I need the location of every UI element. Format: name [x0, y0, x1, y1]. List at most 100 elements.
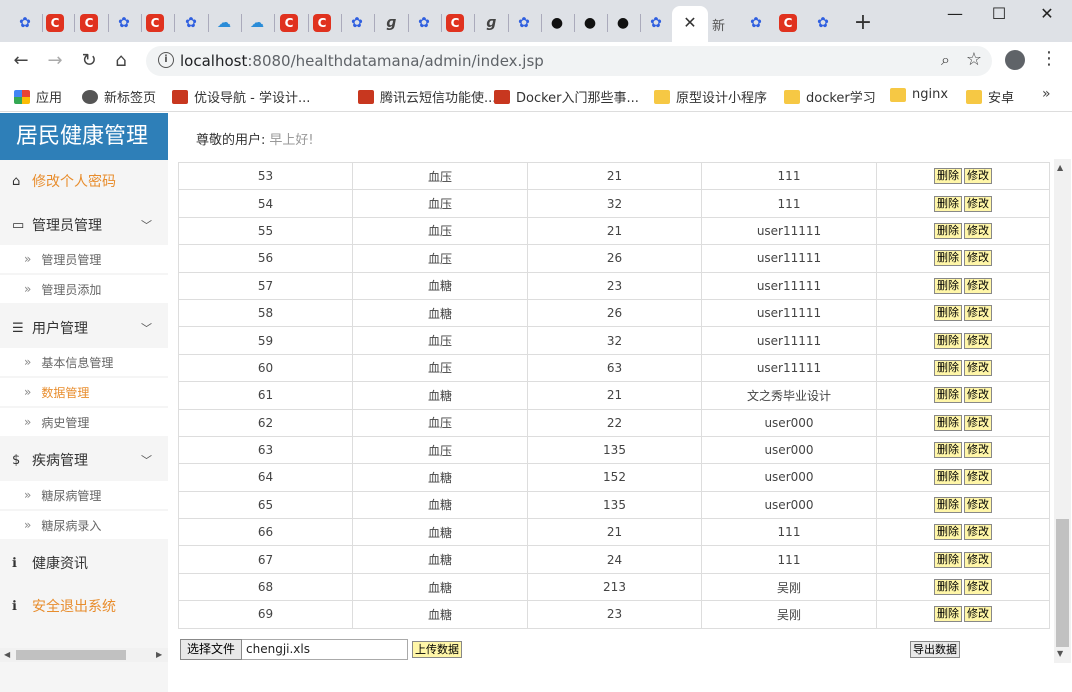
delete-button[interactable]: 删除: [934, 168, 962, 185]
tab-title[interactable]: 新: [712, 15, 725, 34]
bookmark-item[interactable]: 安卓: [966, 87, 1014, 106]
scrollbar-thumb[interactable]: [1056, 519, 1069, 647]
scroll-down-icon[interactable]: ▼: [1057, 649, 1063, 658]
tab-cloud-icon[interactable]: ☁: [213, 12, 235, 34]
maximize-button[interactable]: ☐: [984, 4, 1014, 23]
edit-button[interactable]: 修改: [964, 414, 992, 431]
scroll-right-icon[interactable]: ▶: [156, 648, 162, 662]
sidebar-logout[interactable]: ℹ 安全退出系统: [0, 586, 168, 626]
delete-button[interactable]: 删除: [934, 524, 962, 541]
tab-baidu-icon[interactable]: ✿: [346, 12, 368, 34]
delete-button[interactable]: 删除: [934, 414, 962, 431]
export-button[interactable]: 导出数据: [910, 641, 960, 658]
bookmark-star-icon[interactable]: ☆: [966, 49, 982, 70]
tab-g-icon[interactable]: ɡ: [480, 12, 502, 34]
edit-button[interactable]: 修改: [964, 606, 992, 623]
sidebar-health-info[interactable]: ℹ 健康资讯: [0, 543, 168, 583]
zoom-icon[interactable]: ⌕: [941, 50, 950, 70]
bookmark-item[interactable]: 原型设计小程序: [654, 87, 767, 106]
delete-button[interactable]: 删除: [934, 579, 962, 596]
tab-baidu-icon[interactable]: ✿: [113, 12, 135, 34]
sidebar-change-password[interactable]: ⌂ 修改个人密码: [0, 161, 168, 201]
omnibox[interactable]: i localhost:8080/healthdatamana/admin/in…: [146, 46, 992, 76]
delete-button[interactable]: 删除: [934, 305, 962, 322]
delete-button[interactable]: 删除: [934, 387, 962, 404]
home-icon[interactable]: ⌂: [110, 50, 132, 71]
bookmark-item[interactable]: 新标签页: [82, 87, 156, 106]
sidebar-item-history[interactable]: » 病史管理: [0, 408, 168, 436]
bookmark-item[interactable]: nginx: [890, 87, 948, 102]
edit-button[interactable]: 修改: [964, 469, 992, 486]
back-icon[interactable]: ←: [10, 50, 32, 71]
delete-button[interactable]: 删除: [934, 195, 962, 212]
tab-github-icon[interactable]: ●: [612, 12, 634, 34]
tab-baidu-icon[interactable]: ✿: [745, 12, 767, 34]
choose-file-button[interactable]: 选择文件: [180, 639, 243, 660]
upload-button[interactable]: 上传数据: [412, 641, 463, 658]
scrollbar-thumb[interactable]: [16, 650, 126, 660]
edit-button[interactable]: 修改: [964, 359, 992, 376]
edit-button[interactable]: 修改: [964, 195, 992, 212]
delete-button[interactable]: 删除: [934, 496, 962, 513]
delete-button[interactable]: 删除: [934, 250, 962, 267]
tab-baidu-icon[interactable]: ✿: [812, 12, 834, 34]
window-close-button[interactable]: ✕: [1032, 4, 1062, 23]
tab-csdn-icon[interactable]: C: [446, 14, 464, 32]
info-icon[interactable]: i: [158, 52, 174, 68]
minimize-button[interactable]: —: [940, 4, 970, 23]
tab-csdn-icon[interactable]: C: [80, 14, 98, 32]
edit-button[interactable]: 修改: [964, 387, 992, 404]
bookmark-item[interactable]: 优设导航 - 学设计...: [172, 87, 310, 106]
forward-icon[interactable]: →: [44, 50, 66, 71]
edit-button[interactable]: 修改: [964, 168, 992, 185]
profile-avatar-icon[interactable]: [1005, 50, 1025, 70]
tab-csdn-icon[interactable]: C: [46, 14, 64, 32]
url-text[interactable]: localhost:8080/healthdatamana/admin/inde…: [180, 52, 544, 70]
edit-button[interactable]: 修改: [964, 442, 992, 459]
sidebar-group-disease[interactable]: $ 疾病管理 ﹀: [0, 440, 168, 480]
vertical-scrollbar[interactable]: ▲ ▼: [1054, 159, 1071, 663]
tab-baidu-icon[interactable]: ✿: [413, 12, 435, 34]
tab-csdn-icon[interactable]: C: [280, 14, 298, 32]
tab-github-icon[interactable]: ●: [546, 12, 568, 34]
bookmark-item[interactable]: 应用: [14, 87, 62, 106]
delete-button[interactable]: 删除: [934, 442, 962, 459]
new-tab-icon[interactable]: +: [852, 10, 874, 35]
edit-button[interactable]: 修改: [964, 551, 992, 568]
sidebar-item-admin-manage[interactable]: » 管理员管理: [0, 245, 168, 273]
delete-button[interactable]: 删除: [934, 222, 962, 239]
delete-button[interactable]: 删除: [934, 551, 962, 568]
sidebar-horizontal-scrollbar[interactable]: ◀ ▶: [0, 648, 168, 662]
browser-menu-icon[interactable]: ⋮: [1040, 48, 1058, 69]
sidebar-item-diabetes-manage[interactable]: » 糖尿病管理: [0, 481, 168, 509]
edit-button[interactable]: 修改: [964, 496, 992, 513]
tab-close-icon[interactable]: ✕: [680, 12, 700, 34]
delete-button[interactable]: 删除: [934, 606, 962, 623]
delete-button[interactable]: 删除: [934, 277, 962, 294]
tab-baidu-icon[interactable]: ✿: [14, 12, 36, 34]
tab-csdn-icon[interactable]: C: [313, 14, 331, 32]
sidebar-item-data-manage[interactable]: » 数据管理: [0, 378, 168, 406]
sidebar-item-admin-add[interactable]: » 管理员添加: [0, 275, 168, 303]
delete-button[interactable]: 删除: [934, 332, 962, 349]
bookmark-item[interactable]: Docker入门那些事...: [494, 87, 639, 106]
bookmark-item[interactable]: 腾讯云短信功能使...: [358, 87, 496, 106]
tab-baidu-icon[interactable]: ✿: [180, 12, 202, 34]
tab-csdn-icon[interactable]: C: [779, 14, 797, 32]
tab-g-icon[interactable]: ɡ: [380, 12, 402, 34]
tab-baidu-icon[interactable]: ✿: [645, 12, 667, 34]
sidebar-group-users[interactable]: ☰ 用户管理 ﹀: [0, 308, 168, 348]
tab-baidu-icon[interactable]: ✿: [513, 12, 535, 34]
delete-button[interactable]: 删除: [934, 469, 962, 486]
edit-button[interactable]: 修改: [964, 332, 992, 349]
bookmark-item[interactable]: docker学习: [784, 87, 876, 106]
bookmarks-more-icon[interactable]: »: [1042, 86, 1051, 102]
sidebar-item-diabetes-entry[interactable]: » 糖尿病录入: [0, 511, 168, 539]
sidebar-item-basic-info[interactable]: » 基本信息管理: [0, 348, 168, 376]
delete-button[interactable]: 删除: [934, 359, 962, 376]
tab-cloud-icon[interactable]: ☁: [246, 12, 268, 34]
tab-github-icon[interactable]: ●: [579, 12, 601, 34]
sidebar-group-admin[interactable]: ▭ 管理员管理 ﹀: [0, 205, 168, 245]
file-name-field[interactable]: chengji.xls: [242, 639, 409, 660]
edit-button[interactable]: 修改: [964, 579, 992, 596]
